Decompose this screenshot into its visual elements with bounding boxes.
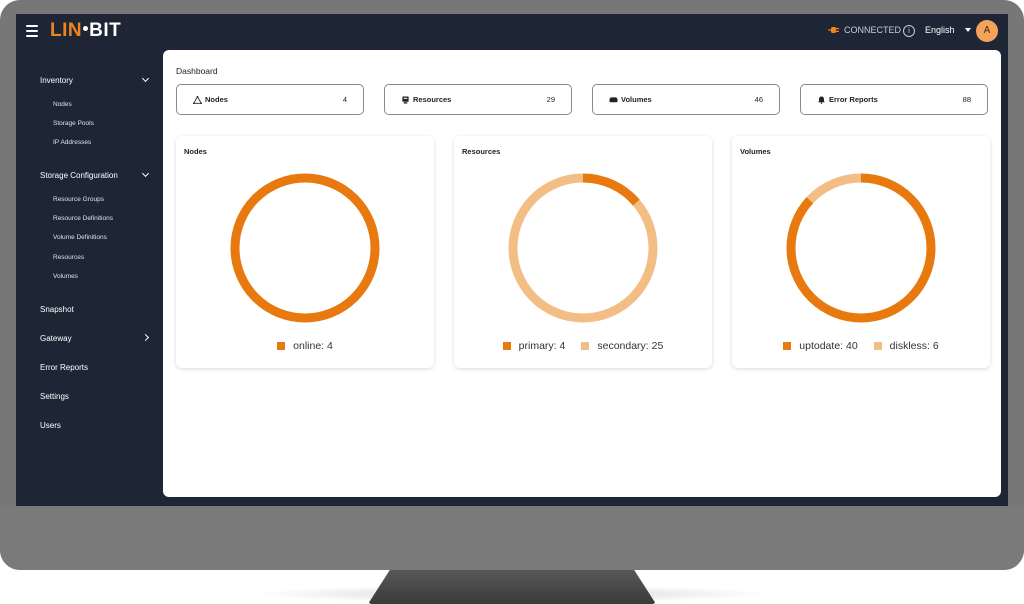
legend-label: online: 4 <box>293 340 333 352</box>
sidebar-item-label: Inventory <box>40 76 73 85</box>
sidebar-item-resource-definitions[interactable]: Resource Definitions <box>53 215 113 222</box>
donut-slice-online[interactable] <box>230 173 380 323</box>
monitor-chin <box>0 506 1024 570</box>
chevron-right-icon <box>141 333 150 342</box>
logo-text-left: LIN <box>50 20 83 41</box>
chart-title: Volumes <box>740 147 771 156</box>
stat-card-label: Nodes <box>193 95 228 104</box>
main-content: Dashboard Nodes 4 Resources 29 Volumes 4… <box>163 50 1001 497</box>
chart-card-nodes: Nodes online: 4 <box>176 136 434 368</box>
sidebar-item-resource-groups[interactable]: Resource Groups <box>53 196 104 203</box>
legend-swatch <box>277 342 286 350</box>
sidebar-item-ip-addresses[interactable]: IP Addresses <box>53 139 91 146</box>
legend-label: primary: 4 <box>518 340 566 352</box>
legend-swatch <box>581 342 590 350</box>
stat-value: 29 <box>546 95 555 104</box>
stat-label-text: Volumes <box>621 95 652 104</box>
sidebar-item-volume-definitions[interactable]: Volume Definitions <box>53 234 107 241</box>
legend-item-primary[interactable]: primary: 4 <box>502 340 566 352</box>
legend-item-online[interactable]: online: 4 <box>277 340 333 352</box>
legend-label: diskless: 6 <box>889 340 939 352</box>
stat-label-text: Resources <box>413 95 452 104</box>
chart-title: Nodes <box>184 147 207 156</box>
sidebar-item-label: Users <box>40 421 61 430</box>
sidebar-item-label: Gateway <box>40 334 72 343</box>
app-screen: LIN BIT CONNECTED i English A Inventory … <box>16 14 1008 506</box>
stat-card-label: Error Reports <box>817 95 878 104</box>
sidebar-item-inventory[interactable]: Inventory <box>40 74 150 85</box>
sidebar-item-volumes[interactable]: Volumes <box>53 273 78 280</box>
page-title: Dashboard <box>176 66 218 76</box>
logo-dot <box>83 26 89 32</box>
legend-item-secondary[interactable]: secondary: 25 <box>581 340 663 352</box>
chevron-down-icon <box>141 74 150 83</box>
caret-down-icon <box>964 28 971 32</box>
app-logo[interactable]: LIN BIT <box>50 20 121 42</box>
stat-card-label: Volumes <box>609 95 652 104</box>
monitor-stand <box>368 568 656 604</box>
chart-card-resources: Resources primary: 4 secondary: 25 <box>454 136 712 368</box>
sidebar-item-users[interactable]: Users <box>40 421 148 430</box>
legend-swatch <box>783 342 792 350</box>
nodes-icon <box>193 95 202 104</box>
stat-value: 88 <box>962 95 971 104</box>
sidebar-item-snapshot[interactable]: Snapshot <box>40 305 148 314</box>
legend-item-uptodate[interactable]: uptodate: 40 <box>783 340 858 352</box>
chart-legend: uptodate: 40 diskless: 6 <box>732 340 990 352</box>
sidebar-item-gateway[interactable]: Gateway <box>40 333 150 343</box>
legend-swatch <box>873 342 882 350</box>
sidebar-item-nodes[interactable]: Nodes <box>53 101 72 108</box>
donut-chart-volumes[interactable] <box>785 172 937 324</box>
stat-value: 4 <box>342 95 347 104</box>
sidebar-item-storage-configuration[interactable]: Storage Configuration <box>40 169 150 180</box>
language-label: English <box>925 25 955 35</box>
hamburger-menu-icon[interactable] <box>26 25 38 37</box>
sidebar-item-label: Settings <box>40 392 69 401</box>
monitor-frame: LIN BIT CONNECTED i English A Inventory … <box>0 0 1024 570</box>
sidebar-item-label: Storage Configuration <box>40 171 118 180</box>
chart-legend: online: 4 <box>176 340 434 352</box>
stat-card-error-reports[interactable]: Error Reports 88 <box>800 84 988 115</box>
language-select[interactable]: English <box>925 25 971 35</box>
legend-swatch <box>502 342 511 350</box>
stat-value: 46 <box>754 95 763 104</box>
logo-text-right: BIT <box>89 20 122 41</box>
sidebar-item-storage-pools[interactable]: Storage Pools <box>53 120 94 127</box>
chevron-down-icon <box>141 169 150 178</box>
plug-icon <box>828 27 839 33</box>
chart-title: Resources <box>462 147 501 156</box>
stat-card-resources[interactable]: Resources 29 <box>384 84 572 115</box>
legend-label: uptodate: 40 <box>799 340 858 352</box>
stat-card-nodes[interactable]: Nodes 4 <box>176 84 364 115</box>
stat-label-text: Error Reports <box>829 95 878 104</box>
legend-label: secondary: 25 <box>597 340 664 352</box>
stat-label-text: Nodes <box>205 95 228 104</box>
sidebar-item-resources[interactable]: Resources <box>53 254 84 261</box>
sidebar-item-label: Snapshot <box>40 305 74 314</box>
sidebar-item-label: Error Reports <box>40 363 89 372</box>
bell-icon <box>818 95 825 104</box>
chart-card-volumes: Volumes uptodate: 40 diskless: 6 <box>732 136 990 368</box>
donut-chart-resources[interactable] <box>507 172 659 324</box>
chart-legend: primary: 4 secondary: 25 <box>454 340 712 352</box>
connection-status-text: CONNECTED <box>844 25 902 35</box>
user-avatar[interactable]: A <box>976 20 998 42</box>
resource-icon <box>402 95 409 104</box>
top-bar: LIN BIT CONNECTED i English A <box>16 14 1008 50</box>
info-icon[interactable]: i <box>903 25 915 37</box>
legend-item-diskless[interactable]: diskless: 6 <box>873 340 939 352</box>
volume-icon <box>609 96 618 102</box>
sidebar-item-settings[interactable]: Settings <box>40 392 148 401</box>
donut-chart-nodes[interactable] <box>229 172 381 324</box>
stat-card-volumes[interactable]: Volumes 46 <box>592 84 780 115</box>
sidebar: Inventory Nodes Storage Pools IP Address… <box>16 50 163 506</box>
connection-status: CONNECTED <box>828 25 901 35</box>
stat-card-label: Resources <box>401 95 451 104</box>
sidebar-item-error-reports[interactable]: Error Reports <box>40 363 148 372</box>
